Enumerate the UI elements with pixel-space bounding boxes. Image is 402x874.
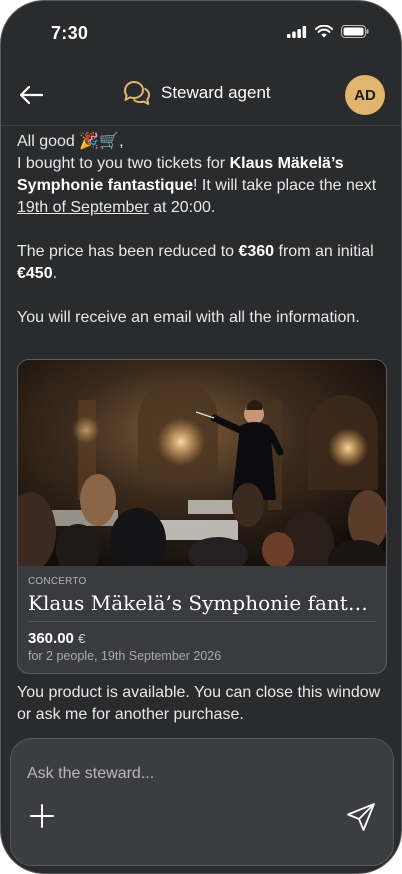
status-bar: 7:30 xyxy=(1,1,401,63)
agent-message: All good 🎉🛒, I bought to you two tickets… xyxy=(17,131,387,329)
status-icons xyxy=(287,25,369,38)
message-composer xyxy=(10,738,394,866)
old-price: €450 xyxy=(17,265,53,282)
event-photo xyxy=(18,360,386,566)
price-currency: € xyxy=(78,631,86,646)
event-title: Klaus Mäkelä’s Symphonie fantastique xyxy=(28,591,376,622)
message-purchase-text: I bought to you two tickets for Klaus Mä… xyxy=(17,153,387,219)
app-screen: 7:30 Steward agent AD All good 🎉🛒, I bou… xyxy=(0,0,402,874)
price-value: 360.00 xyxy=(28,630,74,647)
send-button[interactable] xyxy=(345,801,377,833)
message-price-text: The price has been reduced to €360 from … xyxy=(17,241,387,285)
avatar[interactable]: AD xyxy=(345,75,385,115)
send-icon xyxy=(347,803,375,831)
agent-followup-message: You product is available. You can close … xyxy=(17,684,381,723)
event-card[interactable]: CONCERTO Klaus Mäkelä’s Symphonie fantas… xyxy=(17,359,387,674)
event-card-body: CONCERTO Klaus Mäkelä’s Symphonie fantas… xyxy=(28,566,376,663)
new-price: €360 xyxy=(238,243,275,260)
message-greeting: All good 🎉🛒, xyxy=(17,133,124,150)
plus-icon xyxy=(30,804,54,828)
app-header: Steward agent AD xyxy=(1,63,401,126)
back-button[interactable] xyxy=(17,81,45,109)
message-text: . xyxy=(52,265,58,282)
event-category: CONCERTO xyxy=(28,576,87,587)
status-time: 7:30 xyxy=(51,23,89,43)
signal-icon xyxy=(287,25,307,38)
page-title: Steward agent xyxy=(161,83,271,102)
message-text: The price has been reduced to xyxy=(17,243,239,260)
message-text: I bought to you two tickets for xyxy=(17,155,230,172)
add-attachment-button[interactable] xyxy=(27,801,57,831)
message-text: from an initial xyxy=(274,243,374,260)
message-email-note: You will receive an email with all the i… xyxy=(17,309,360,326)
chat-bubbles-icon xyxy=(124,81,150,105)
event-price: 360.00 € xyxy=(28,630,376,647)
ask-input[interactable] xyxy=(27,763,367,785)
header-title-group: Steward agent xyxy=(121,79,271,107)
arrow-left-icon xyxy=(19,85,44,105)
event-date-link[interactable]: 19th of September xyxy=(17,199,149,216)
message-text: at 20:00. xyxy=(148,199,216,216)
message-text: ! It will take place the next xyxy=(193,177,377,194)
wifi-icon xyxy=(315,25,333,38)
concert-image xyxy=(18,360,386,566)
battery-icon xyxy=(341,25,369,38)
event-details: for 2 people, 19th September 2026 xyxy=(28,649,222,663)
